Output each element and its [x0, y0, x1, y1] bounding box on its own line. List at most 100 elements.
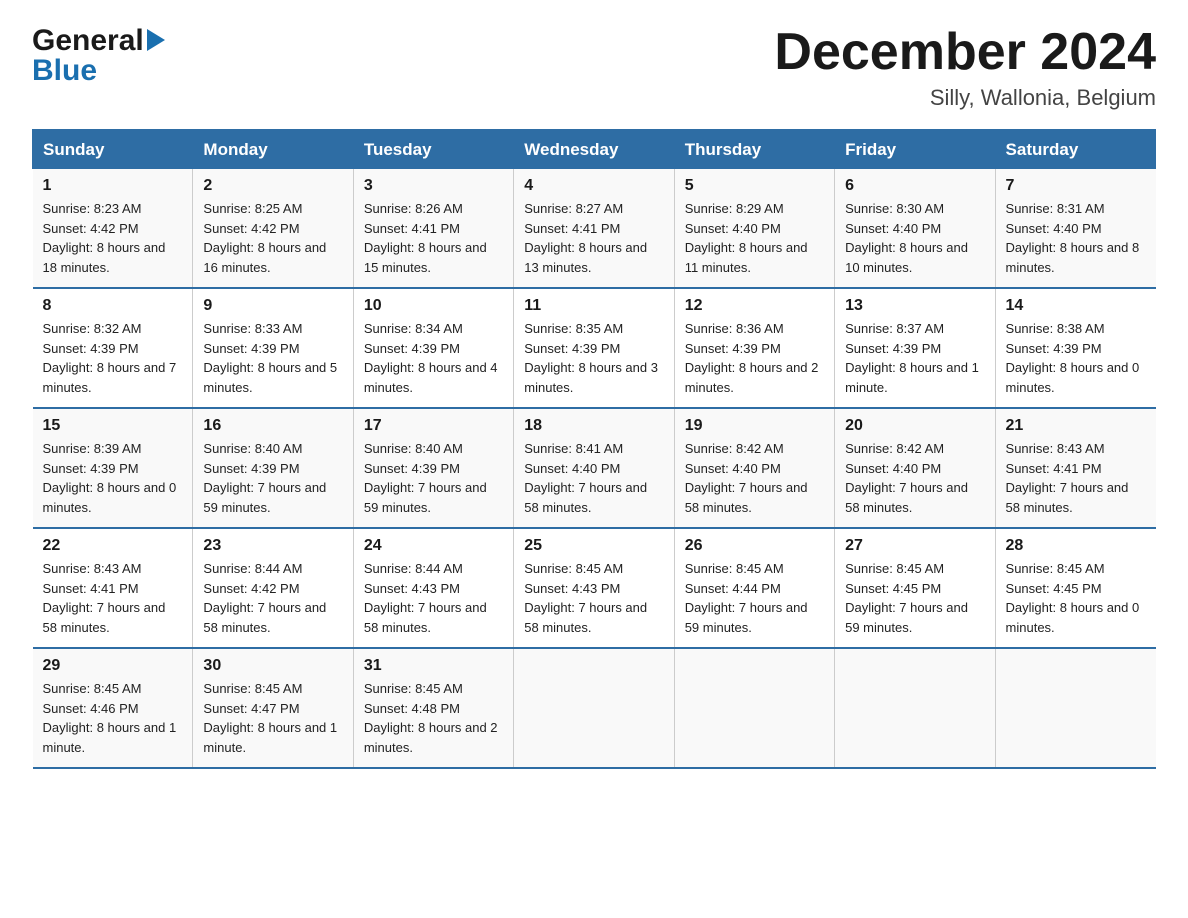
day-number: 19	[685, 417, 824, 435]
day-number: 9	[203, 297, 342, 315]
day-info: Sunrise: 8:33 AMSunset: 4:39 PMDaylight:…	[203, 321, 337, 395]
day-number: 13	[845, 297, 984, 315]
calendar-cell: 21 Sunrise: 8:43 AMSunset: 4:41 PMDaylig…	[995, 408, 1155, 528]
day-number: 14	[1006, 297, 1146, 315]
day-info: Sunrise: 8:40 AMSunset: 4:39 PMDaylight:…	[364, 441, 487, 515]
calendar-cell: 25 Sunrise: 8:45 AMSunset: 4:43 PMDaylig…	[514, 528, 674, 648]
day-info: Sunrise: 8:31 AMSunset: 4:40 PMDaylight:…	[1006, 201, 1140, 275]
calendar-cell: 23 Sunrise: 8:44 AMSunset: 4:42 PMDaylig…	[193, 528, 353, 648]
calendar-cell	[514, 648, 674, 768]
day-info: Sunrise: 8:42 AMSunset: 4:40 PMDaylight:…	[685, 441, 808, 515]
calendar-cell: 22 Sunrise: 8:43 AMSunset: 4:41 PMDaylig…	[33, 528, 193, 648]
day-number: 24	[364, 537, 503, 555]
day-number: 1	[43, 177, 183, 195]
day-info: Sunrise: 8:41 AMSunset: 4:40 PMDaylight:…	[524, 441, 647, 515]
day-number: 26	[685, 537, 824, 555]
day-number: 20	[845, 417, 984, 435]
day-number: 11	[524, 297, 663, 315]
calendar-cell: 1 Sunrise: 8:23 AMSunset: 4:42 PMDayligh…	[33, 169, 193, 289]
day-number: 2	[203, 177, 342, 195]
day-info: Sunrise: 8:45 AMSunset: 4:45 PMDaylight:…	[1006, 561, 1140, 635]
day-info: Sunrise: 8:42 AMSunset: 4:40 PMDaylight:…	[845, 441, 968, 515]
day-number: 17	[364, 417, 503, 435]
weekday-header-wednesday: Wednesday	[514, 130, 674, 169]
calendar-cell: 15 Sunrise: 8:39 AMSunset: 4:39 PMDaylig…	[33, 408, 193, 528]
calendar-cell: 10 Sunrise: 8:34 AMSunset: 4:39 PMDaylig…	[353, 288, 513, 408]
day-info: Sunrise: 8:40 AMSunset: 4:39 PMDaylight:…	[203, 441, 326, 515]
day-number: 21	[1006, 417, 1146, 435]
day-info: Sunrise: 8:45 AMSunset: 4:45 PMDaylight:…	[845, 561, 968, 635]
calendar-cell	[674, 648, 834, 768]
day-number: 10	[364, 297, 503, 315]
calendar-cell: 16 Sunrise: 8:40 AMSunset: 4:39 PMDaylig…	[193, 408, 353, 528]
day-info: Sunrise: 8:43 AMSunset: 4:41 PMDaylight:…	[1006, 441, 1129, 515]
calendar-cell: 9 Sunrise: 8:33 AMSunset: 4:39 PMDayligh…	[193, 288, 353, 408]
logo-blue: Blue	[32, 54, 97, 88]
day-info: Sunrise: 8:44 AMSunset: 4:43 PMDaylight:…	[364, 561, 487, 635]
calendar-cell: 8 Sunrise: 8:32 AMSunset: 4:39 PMDayligh…	[33, 288, 193, 408]
day-info: Sunrise: 8:45 AMSunset: 4:43 PMDaylight:…	[524, 561, 647, 635]
day-number: 16	[203, 417, 342, 435]
week-row-2: 8 Sunrise: 8:32 AMSunset: 4:39 PMDayligh…	[33, 288, 1156, 408]
calendar-cell: 18 Sunrise: 8:41 AMSunset: 4:40 PMDaylig…	[514, 408, 674, 528]
month-title: December 2024	[774, 24, 1156, 81]
day-number: 22	[43, 537, 183, 555]
calendar-cell: 17 Sunrise: 8:40 AMSunset: 4:39 PMDaylig…	[353, 408, 513, 528]
calendar-cell: 5 Sunrise: 8:29 AMSunset: 4:40 PMDayligh…	[674, 169, 834, 289]
day-info: Sunrise: 8:23 AMSunset: 4:42 PMDaylight:…	[43, 201, 166, 275]
calendar-cell: 2 Sunrise: 8:25 AMSunset: 4:42 PMDayligh…	[193, 169, 353, 289]
calendar-cell: 31 Sunrise: 8:45 AMSunset: 4:48 PMDaylig…	[353, 648, 513, 768]
calendar-cell: 12 Sunrise: 8:36 AMSunset: 4:39 PMDaylig…	[674, 288, 834, 408]
page-header: General Blue December 2024 Silly, Wallon…	[32, 24, 1156, 111]
weekday-header-saturday: Saturday	[995, 130, 1155, 169]
day-info: Sunrise: 8:35 AMSunset: 4:39 PMDaylight:…	[524, 321, 658, 395]
day-info: Sunrise: 8:29 AMSunset: 4:40 PMDaylight:…	[685, 201, 808, 275]
calendar-cell: 4 Sunrise: 8:27 AMSunset: 4:41 PMDayligh…	[514, 169, 674, 289]
week-row-3: 15 Sunrise: 8:39 AMSunset: 4:39 PMDaylig…	[33, 408, 1156, 528]
weekday-header-sunday: Sunday	[33, 130, 193, 169]
day-number: 5	[685, 177, 824, 195]
day-number: 23	[203, 537, 342, 555]
calendar-cell: 20 Sunrise: 8:42 AMSunset: 4:40 PMDaylig…	[835, 408, 995, 528]
logo-general: General	[32, 24, 144, 58]
day-number: 18	[524, 417, 663, 435]
day-number: 25	[524, 537, 663, 555]
calendar-cell: 28 Sunrise: 8:45 AMSunset: 4:45 PMDaylig…	[995, 528, 1155, 648]
calendar-cell: 27 Sunrise: 8:45 AMSunset: 4:45 PMDaylig…	[835, 528, 995, 648]
logo: General Blue	[32, 24, 165, 88]
calendar-cell: 19 Sunrise: 8:42 AMSunset: 4:40 PMDaylig…	[674, 408, 834, 528]
calendar-cell: 3 Sunrise: 8:26 AMSunset: 4:41 PMDayligh…	[353, 169, 513, 289]
weekday-header-tuesday: Tuesday	[353, 130, 513, 169]
calendar-table: SundayMondayTuesdayWednesdayThursdayFrid…	[32, 129, 1156, 769]
day-number: 31	[364, 657, 503, 675]
day-number: 15	[43, 417, 183, 435]
day-number: 4	[524, 177, 663, 195]
day-info: Sunrise: 8:45 AMSunset: 4:47 PMDaylight:…	[203, 681, 337, 755]
day-info: Sunrise: 8:26 AMSunset: 4:41 PMDaylight:…	[364, 201, 487, 275]
week-row-4: 22 Sunrise: 8:43 AMSunset: 4:41 PMDaylig…	[33, 528, 1156, 648]
day-number: 28	[1006, 537, 1146, 555]
day-number: 8	[43, 297, 183, 315]
day-info: Sunrise: 8:32 AMSunset: 4:39 PMDaylight:…	[43, 321, 177, 395]
day-info: Sunrise: 8:43 AMSunset: 4:41 PMDaylight:…	[43, 561, 166, 635]
day-info: Sunrise: 8:37 AMSunset: 4:39 PMDaylight:…	[845, 321, 979, 395]
day-info: Sunrise: 8:30 AMSunset: 4:40 PMDaylight:…	[845, 201, 968, 275]
day-number: 12	[685, 297, 824, 315]
day-info: Sunrise: 8:45 AMSunset: 4:48 PMDaylight:…	[364, 681, 498, 755]
calendar-cell: 29 Sunrise: 8:45 AMSunset: 4:46 PMDaylig…	[33, 648, 193, 768]
calendar-cell: 7 Sunrise: 8:31 AMSunset: 4:40 PMDayligh…	[995, 169, 1155, 289]
title-section: December 2024 Silly, Wallonia, Belgium	[774, 24, 1156, 111]
weekday-header-row: SundayMondayTuesdayWednesdayThursdayFrid…	[33, 130, 1156, 169]
day-number: 7	[1006, 177, 1146, 195]
day-info: Sunrise: 8:39 AMSunset: 4:39 PMDaylight:…	[43, 441, 177, 515]
calendar-cell: 14 Sunrise: 8:38 AMSunset: 4:39 PMDaylig…	[995, 288, 1155, 408]
day-info: Sunrise: 8:36 AMSunset: 4:39 PMDaylight:…	[685, 321, 819, 395]
day-number: 27	[845, 537, 984, 555]
calendar-cell: 6 Sunrise: 8:30 AMSunset: 4:40 PMDayligh…	[835, 169, 995, 289]
day-number: 3	[364, 177, 503, 195]
calendar-cell: 11 Sunrise: 8:35 AMSunset: 4:39 PMDaylig…	[514, 288, 674, 408]
day-info: Sunrise: 8:25 AMSunset: 4:42 PMDaylight:…	[203, 201, 326, 275]
calendar-cell	[835, 648, 995, 768]
day-info: Sunrise: 8:38 AMSunset: 4:39 PMDaylight:…	[1006, 321, 1140, 395]
weekday-header-friday: Friday	[835, 130, 995, 169]
